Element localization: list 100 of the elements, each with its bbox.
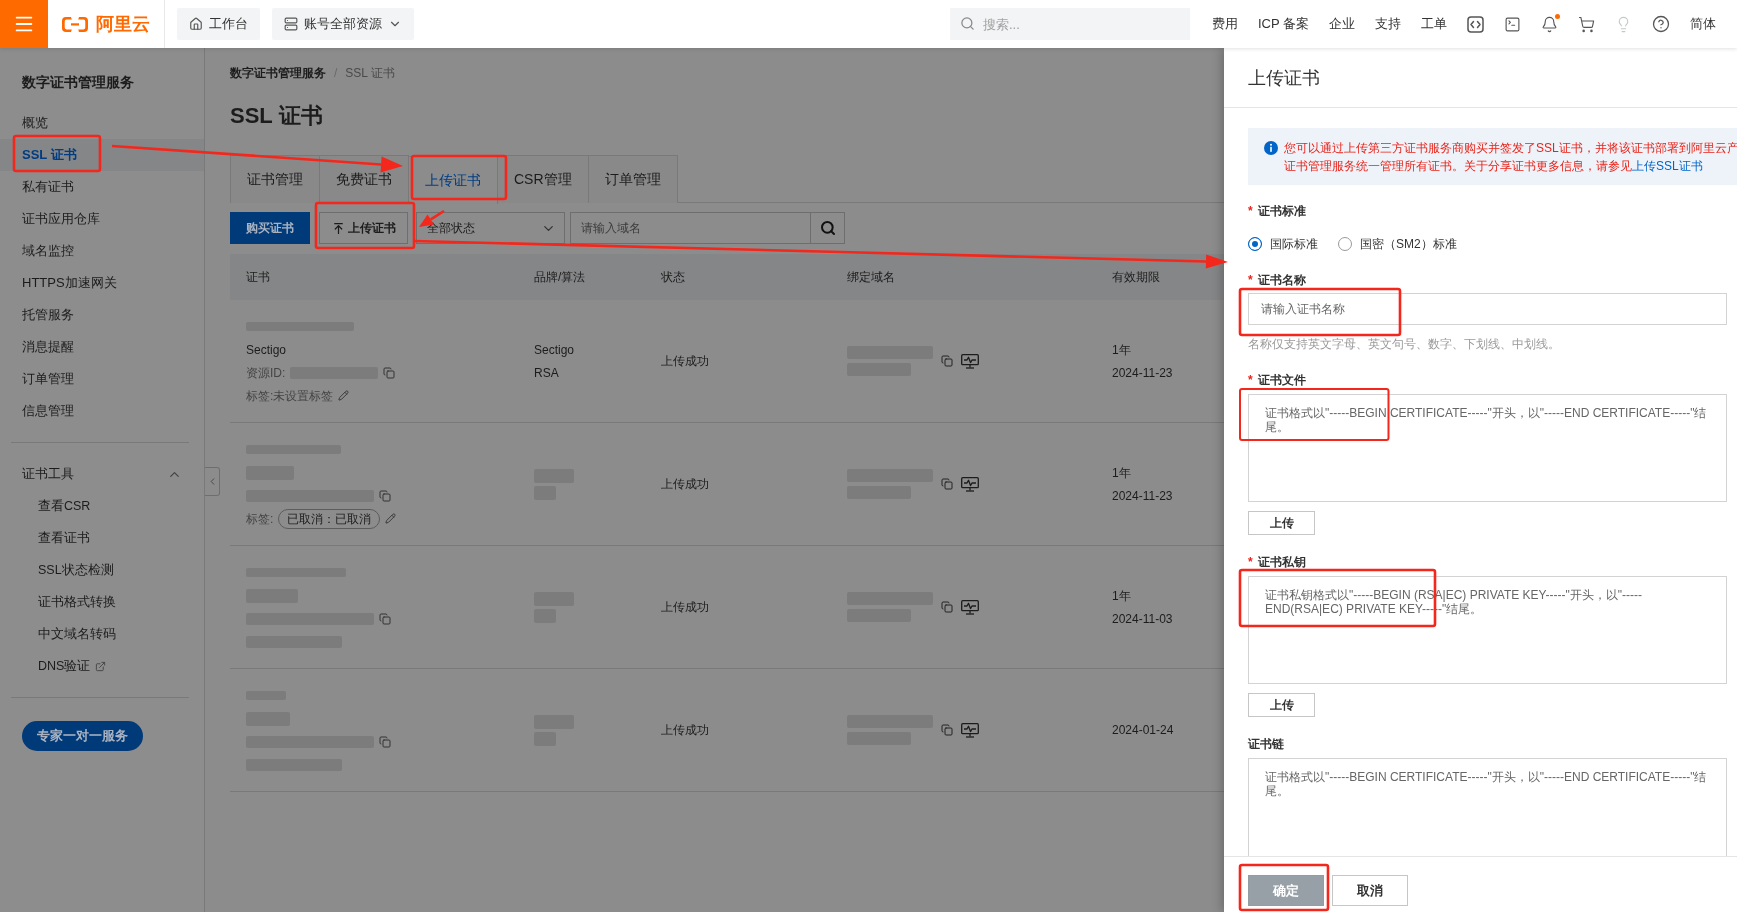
nav-link[interactable]: 企业	[1329, 15, 1355, 33]
search-icon	[819, 220, 836, 236]
sidebar-item[interactable]: 信息管理	[0, 395, 204, 427]
logo-mark-icon	[62, 15, 88, 33]
table-cell-text: 上传成功	[661, 722, 709, 739]
nav-link[interactable]: 支持	[1375, 15, 1401, 33]
sidebar-subitem[interactable]: 证书格式转换	[0, 586, 204, 618]
sidebar-item[interactable]: 概览	[0, 107, 204, 139]
column-header: 状态	[661, 268, 685, 286]
sidebar-item[interactable]: SSL 证书	[0, 139, 204, 171]
copy-icon[interactable]	[941, 478, 953, 490]
nav-link[interactable]: 工单	[1421, 15, 1447, 33]
tab[interactable]: 上传证书	[408, 156, 498, 204]
search-field[interactable]: 搜索...	[949, 8, 1190, 40]
column-header: 绑定域名	[847, 268, 895, 286]
upload-file-button[interactable]: 上传	[1248, 511, 1315, 535]
column-header: 证书	[246, 268, 270, 286]
domain-search-field[interactable]: 请输入域名	[570, 212, 811, 244]
monitor-pulse-icon[interactable]	[961, 353, 979, 369]
table-cell-text: Sectigo	[534, 341, 575, 359]
table-cell-text: 2024-11-23	[1112, 487, 1173, 505]
page-title: SSL 证书	[230, 102, 324, 130]
table-cell-text: 1年	[1112, 341, 1131, 359]
tab[interactable]: 订单管理	[587, 155, 678, 203]
help-text: 名称仅支持英文字母、英文句号、数字、下划线、中划线。	[1248, 336, 1561, 353]
breadcrumb-link[interactable]: 数字证书管理服务	[230, 64, 326, 82]
table-cell-text: RSA	[534, 364, 559, 382]
search-icon	[959, 16, 975, 31]
copy-icon[interactable]	[379, 612, 391, 625]
copy-icon[interactable]	[941, 355, 953, 367]
pencil-icon[interactable]	[338, 390, 350, 401]
copy-icon[interactable]	[379, 489, 391, 502]
drawer-title: 上传证书	[1248, 66, 1320, 90]
radio-button[interactable]	[1248, 237, 1262, 251]
expert-service-button[interactable]: 专家一对一服务	[22, 721, 143, 751]
sidebar-item[interactable]: 消息提醒	[0, 331, 204, 363]
sidebar-subitem[interactable]: 查看证书	[0, 522, 204, 554]
table-cell-text: 2024-01-24	[1112, 722, 1174, 739]
sidebar-item[interactable]: 托管服务	[0, 299, 204, 331]
sidebar-item[interactable]: 订单管理	[0, 363, 204, 395]
monitor-pulse-icon[interactable]	[961, 722, 979, 738]
sidebar-subitem[interactable]: 查看CSR	[0, 490, 204, 522]
upload-file-button[interactable]: 上传	[1248, 693, 1315, 717]
cart-icon[interactable]	[1578, 15, 1595, 33]
table-cell-text: 2024-11-23	[1112, 364, 1173, 382]
tag-label: 标签:	[246, 510, 274, 528]
resource-menu-button[interactable]: 账号全部资源	[272, 8, 414, 40]
radio-button[interactable]	[1338, 237, 1352, 251]
text-area-field[interactable]: 证书格式以"-----BEGIN CERTIFICATE-----"开头，以"-----END CERTIFICATE-----"结尾。	[1248, 394, 1727, 502]
notice-link[interactable]: 上传SSL证书	[1632, 159, 1703, 173]
monitor-pulse-icon[interactable]	[961, 599, 979, 615]
copy-icon[interactable]	[941, 601, 953, 613]
sidebar-subitem[interactable]: DNS验证	[0, 650, 204, 682]
pencil-icon[interactable]	[385, 513, 397, 524]
copy-icon[interactable]	[941, 724, 953, 736]
field-label: * 证书标准	[1248, 203, 1306, 220]
tab[interactable]: 证书管理	[230, 155, 320, 203]
tag-label: 标签:未设置标签	[246, 387, 334, 405]
sidebar-item[interactable]: 私有证书	[0, 171, 204, 203]
bell-icon[interactable]	[1541, 15, 1558, 33]
search-button[interactable]	[811, 212, 845, 244]
nav-link[interactable]: 费用	[1211, 15, 1238, 33]
table-cell-text: 1年	[1112, 464, 1131, 482]
sidebar-group-header[interactable]: 证书工具	[0, 458, 204, 490]
field-label: * 证书名称	[1248, 272, 1306, 289]
workbench-button[interactable]: 工作台	[177, 8, 260, 40]
sidebar-item[interactable]: 证书应用仓库	[0, 203, 204, 235]
breadcrumb-separator: /	[334, 66, 338, 80]
home-icon	[189, 17, 203, 31]
certificate-name: Sectigo	[246, 341, 287, 359]
resource-id-label: 资源ID:	[246, 364, 286, 382]
monitor-pulse-icon[interactable]	[961, 476, 979, 492]
language-link[interactable]: 简体	[1690, 15, 1716, 33]
code-box-icon[interactable]	[1467, 15, 1484, 33]
help-icon[interactable]	[1652, 15, 1670, 33]
text-area-field[interactable]: 证书格式以"-----BEGIN CERTIFICATE-----"开头，以"-----END CERTIFICATE-----"结尾。	[1248, 758, 1727, 856]
sidebar-item[interactable]: 域名监控	[0, 235, 204, 267]
copy-icon[interactable]	[383, 366, 396, 379]
sidebar-item[interactable]: HTTPS加速网关	[0, 267, 204, 299]
table-cell-text: 2024-11-03	[1112, 610, 1173, 628]
menu-button[interactable]	[0, 0, 48, 48]
name-input[interactable]: 请输入证书名称	[1248, 293, 1727, 325]
copy-icon[interactable]	[379, 735, 391, 748]
field-label: * 证书文件	[1248, 372, 1306, 389]
nav-link[interactable]: ICP 备案	[1257, 15, 1309, 33]
tab[interactable]: CSR管理	[497, 155, 589, 203]
radio-label[interactable]: 国密（SM2）标准	[1360, 235, 1457, 253]
field-label: * 证书私钥	[1248, 554, 1306, 571]
sidebar-subitem[interactable]: 中文域名转码	[0, 618, 204, 650]
radio-label[interactable]: 国际标准	[1270, 235, 1318, 253]
sidebar-subitem[interactable]: SSL状态检测	[0, 554, 204, 586]
table-cell-text: 上传成功	[661, 353, 709, 370]
column-header: 有效期限	[1112, 268, 1160, 286]
column-header: 品牌/算法	[534, 268, 586, 286]
buy-button[interactable]: 购买证书	[230, 212, 310, 244]
upload-icon	[331, 221, 345, 235]
cancel-button[interactable]: 取消	[1332, 875, 1408, 906]
upload-button[interactable]: 上传证书	[319, 212, 408, 244]
terminal-icon[interactable]	[1504, 15, 1521, 33]
table-cell-text: 1年	[1112, 587, 1131, 605]
